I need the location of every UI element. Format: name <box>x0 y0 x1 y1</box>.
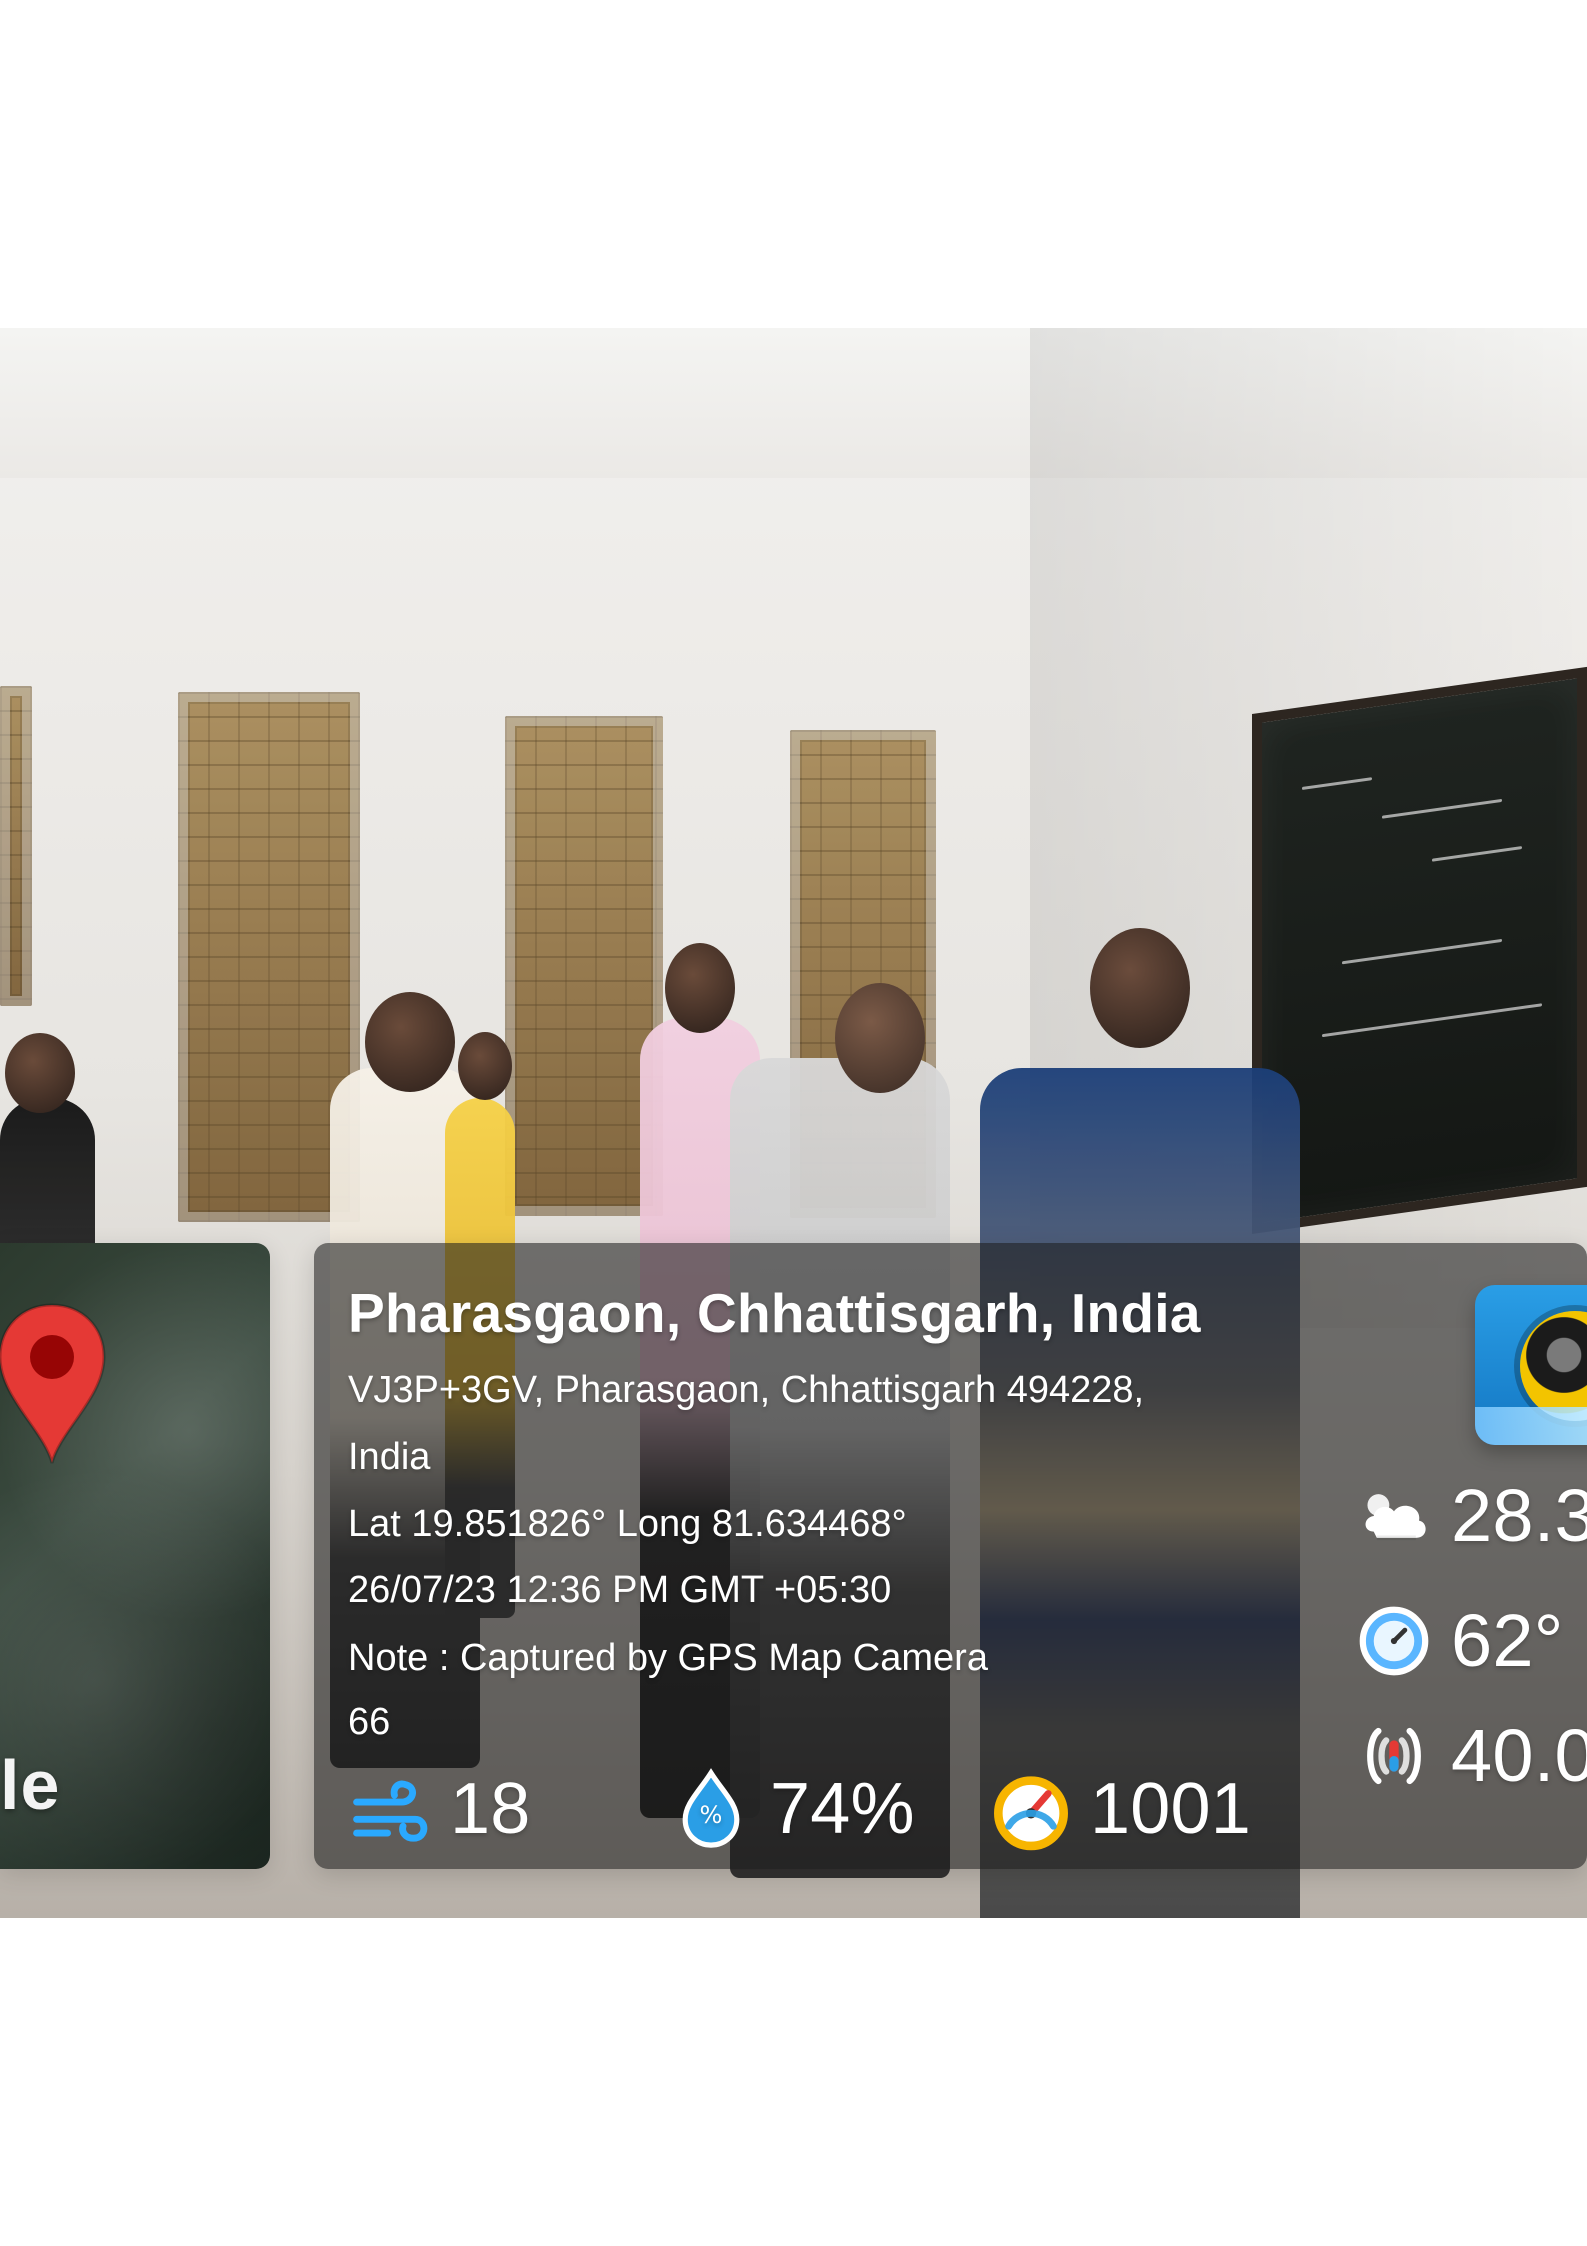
chalk-mark <box>1322 1003 1542 1038</box>
humidity-icon: % <box>682 1768 740 1848</box>
chalk-mark <box>1342 938 1502 965</box>
gps-overlay: Pharasgaon, Chhattisgarh, India VJ3P+3GV… <box>314 1243 1587 1869</box>
pressure-metric: 1001 <box>988 1763 1251 1855</box>
magnetic-field-icon <box>1367 1727 1421 1784</box>
camera-lens-icon <box>1520 1311 1587 1421</box>
magnetic-field: 40.0 <box>1355 1713 1587 1798</box>
person-head <box>5 1033 75 1113</box>
wind-icon <box>353 1780 428 1842</box>
temperature-value: 28.3 <box>1451 1474 1587 1557</box>
note-suffix: 66 <box>348 1701 391 1743</box>
magnetic-value: 40.0 <box>1451 1714 1587 1797</box>
chalkboard <box>1252 666 1587 1234</box>
address-line-2: India <box>348 1436 431 1478</box>
map-thumbnail: le <box>0 1243 270 1869</box>
window <box>790 730 936 1218</box>
window <box>178 692 360 1222</box>
map-attribution-text: le <box>0 1746 61 1824</box>
person-head <box>458 1032 512 1100</box>
direction-value: 62° <box>1451 1599 1564 1682</box>
svg-text:%: % <box>700 1801 723 1829</box>
pressure-gauge-icon <box>994 1776 1068 1851</box>
chalk-mark <box>1382 798 1502 819</box>
lat-long: Lat 19.851826° Long 81.634468° <box>348 1503 907 1545</box>
location-title: Pharasgaon, Chhattisgarh, India <box>348 1282 1201 1344</box>
map-pin-icon <box>0 1303 106 1464</box>
right-stack: 28.3 62° 40.0 <box>1337 1243 1587 1869</box>
wind-value: 18 <box>450 1769 531 1849</box>
compass-icon <box>1359 1606 1429 1675</box>
chalk-mark <box>1432 846 1522 862</box>
person-head <box>665 943 735 1033</box>
person-head <box>365 992 455 1092</box>
wind-metric: 18 <box>348 1763 531 1855</box>
humidity-value: 74% <box>770 1769 915 1849</box>
temperature: 28.3 <box>1355 1473 1587 1558</box>
direction: 62° <box>1355 1598 1564 1683</box>
timestamp: 26/07/23 12:36 PM GMT +05:30 <box>348 1569 892 1611</box>
camera-app-icon <box>1475 1285 1587 1445</box>
chalk-mark <box>1302 777 1372 790</box>
note: Note : Captured by GPS Map Camera <box>348 1637 988 1679</box>
window <box>505 716 663 1216</box>
humidity-metric: % 74% <box>668 1763 915 1855</box>
pressure-value: 1001 <box>1090 1769 1251 1849</box>
address-line-1: VJ3P+3GV, Pharasgaon, Chhattisgarh 49422… <box>348 1369 1145 1411</box>
app-badge-strip <box>1475 1407 1587 1445</box>
window <box>0 686 32 1006</box>
weather-icon <box>1365 1493 1426 1540</box>
